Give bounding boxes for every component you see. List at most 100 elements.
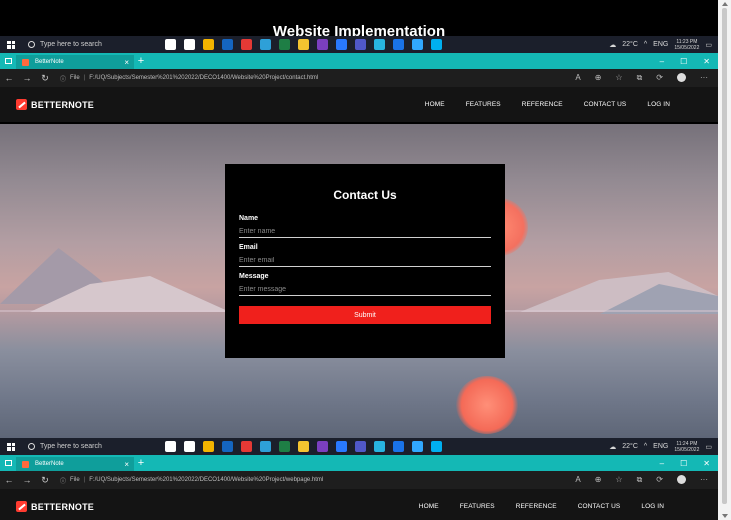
chrome-icon[interactable] [203,39,214,50]
teams-icon[interactable] [355,441,366,452]
url-field[interactable]: ⓘ File | F:/UQ/Subjects/Semester%201%202… [60,74,318,83]
scroll-down-icon[interactable] [722,514,728,518]
excel-icon[interactable] [279,39,290,50]
scroll-thumb[interactable] [722,8,727,504]
maximize-button[interactable]: ☐ [680,459,687,468]
cortana-icon[interactable] [165,39,176,50]
taskbar-search[interactable]: Type here to search [22,38,137,51]
edge-icon[interactable] [260,39,271,50]
favorites-icon[interactable]: ☆ [615,475,622,485]
nav-reference[interactable]: REFERENCE [516,503,557,510]
nav-reference[interactable]: REFERENCE [522,101,563,108]
profile-avatar[interactable] [677,475,686,484]
vpn-icon[interactable] [374,39,385,50]
vertical-scrollbar[interactable] [718,0,731,520]
back-button[interactable]: ← [0,475,18,485]
more-menu-icon[interactable]: ··· [700,73,708,83]
task-view-icon[interactable] [184,441,195,452]
history-icon[interactable]: ⟳ [656,73,663,83]
url-field[interactable]: ⓘ File | F:/UQ/Subjects/Semester%201%202… [60,476,323,485]
language-indicator[interactable]: ENG [653,41,668,48]
submit-button[interactable]: Submit [239,306,491,324]
tab-close-icon[interactable]: × [124,460,134,469]
file-explorer-icon[interactable] [298,441,309,452]
info-icon[interactable]: ⓘ [60,476,66,485]
minimize-button[interactable]: – [660,57,664,66]
refresh-button[interactable]: ↻ [36,73,54,84]
forward-button[interactable]: → [18,73,36,83]
taskbar-search[interactable]: Type here to search [22,440,137,453]
scroll-up-icon[interactable] [722,2,728,6]
nav-contact-us[interactable]: CONTACT US [578,503,621,510]
site-logo[interactable]: BETTERNOTE [16,99,94,110]
teams-icon[interactable] [355,39,366,50]
read-aloud-icon[interactable]: A [575,73,580,83]
minimize-button[interactable]: – [660,459,664,468]
nav-contact-us[interactable]: CONTACT US [584,101,627,108]
more-menu-icon[interactable]: ··· [700,475,708,485]
tab-actions-icon[interactable] [0,460,16,466]
photos-icon[interactable] [241,441,252,452]
vpn-icon[interactable] [374,441,385,452]
mail-icon[interactable] [222,441,233,452]
name-input[interactable] [239,224,491,238]
store-icon[interactable] [336,441,347,452]
skype-icon[interactable] [431,39,442,50]
close-window-button[interactable]: ✕ [703,459,710,468]
weather-icon[interactable]: ☁ [609,443,616,451]
nav-home[interactable]: HOME [419,503,439,510]
task-view-icon[interactable] [184,39,195,50]
chevron-up-icon[interactable]: ^ [644,41,647,48]
nav-log-in[interactable]: LOG IN [647,101,670,108]
back-button[interactable]: ← [0,73,18,83]
notification-icon[interactable]: ▭ [705,443,712,451]
onenote-icon[interactable] [317,39,328,50]
new-tab-button[interactable]: + [134,457,148,469]
maximize-button[interactable]: ☐ [680,57,687,66]
photoshop-icon[interactable] [412,39,423,50]
photoshop-icon[interactable] [412,441,423,452]
read-aloud-icon[interactable]: A [575,475,580,485]
email-input[interactable] [239,253,491,267]
browser-tab[interactable]: BetterNote × [16,55,134,69]
language-indicator[interactable]: ENG [653,443,668,450]
tab-actions-icon[interactable] [0,58,16,64]
cortana-icon[interactable] [165,441,176,452]
nav-features[interactable]: FEATURES [466,101,501,108]
weather-icon[interactable]: ☁ [609,41,616,49]
mail-icon[interactable] [222,39,233,50]
taskbar-clock[interactable]: 11:23 PM 15/05/2022 [674,39,699,51]
chrome-icon[interactable] [203,441,214,452]
nav-features[interactable]: FEATURES [460,503,495,510]
taskbar-clock[interactable]: 11:24 PM 15/05/2022 [674,441,699,453]
nav-log-in[interactable]: LOG IN [641,503,664,510]
onenote-icon[interactable] [317,441,328,452]
file-explorer-icon[interactable] [298,39,309,50]
new-tab-button[interactable]: + [134,55,148,67]
photos-icon[interactable] [241,39,252,50]
store-icon[interactable] [336,39,347,50]
notification-icon[interactable]: ▭ [705,41,712,49]
site-logo[interactable]: BETTERNOTE [16,501,94,512]
outlook-icon[interactable] [393,39,404,50]
edge-icon[interactable] [260,441,271,452]
favorites-icon[interactable]: ☆ [615,73,622,83]
forward-button[interactable]: → [18,475,36,485]
collections-icon[interactable]: ⧉ [637,475,643,485]
close-window-button[interactable]: ✕ [703,57,710,66]
refresh-button[interactable]: ↻ [36,475,54,486]
chevron-up-icon[interactable]: ^ [644,443,647,450]
skype-icon[interactable] [431,441,442,452]
extensions-icon[interactable]: ⊕ [595,73,602,83]
extensions-icon[interactable]: ⊕ [595,475,602,485]
nav-home[interactable]: HOME [425,101,445,108]
outlook-icon[interactable] [393,441,404,452]
profile-avatar[interactable] [677,73,686,82]
tab-close-icon[interactable]: × [124,58,134,67]
start-button[interactable] [0,36,22,53]
weather-temperature[interactable]: 22°C [622,443,638,450]
message-input[interactable] [239,282,491,296]
collections-icon[interactable]: ⧉ [637,73,643,83]
info-icon[interactable]: ⓘ [60,74,66,83]
start-button[interactable] [0,438,22,455]
